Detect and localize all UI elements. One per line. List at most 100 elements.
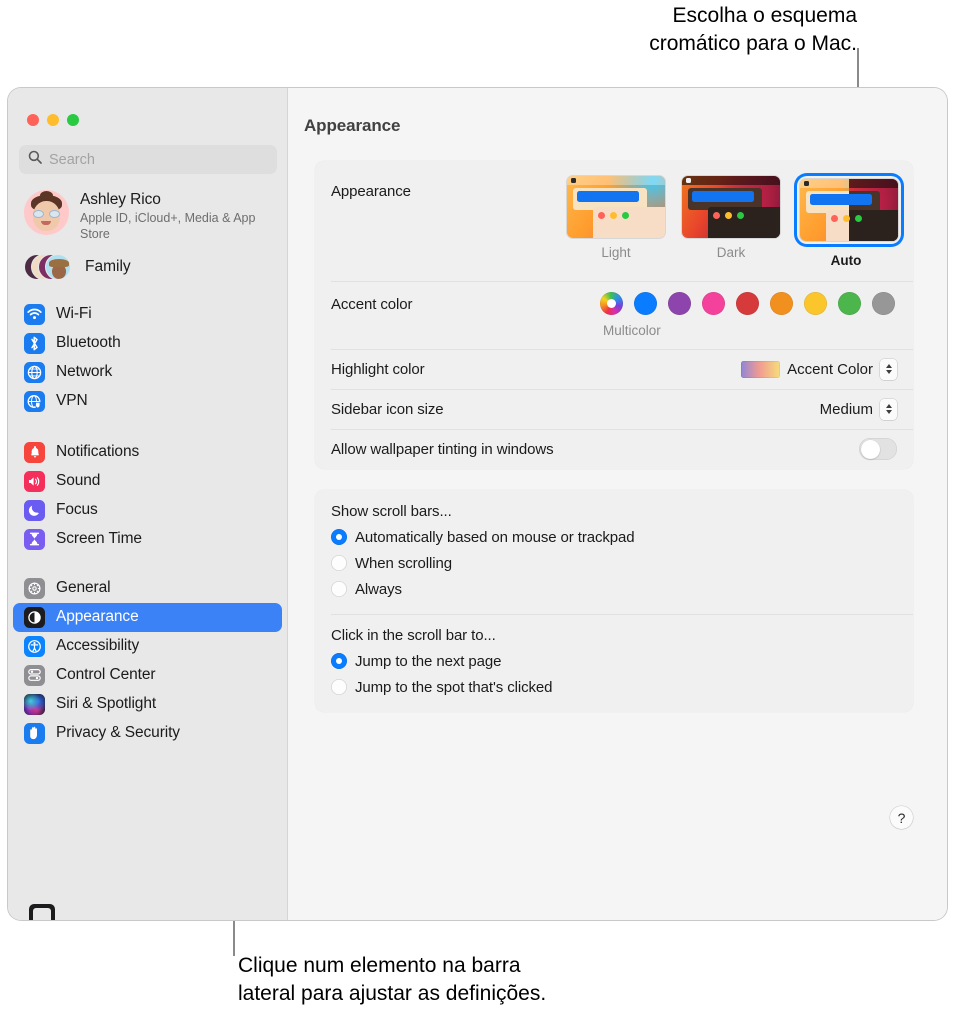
callout-bottom-text: Clique num elemento na barra lateral par…: [238, 954, 547, 1005]
accent-swatch-yellow[interactable]: [804, 292, 827, 315]
profile-name: Ashley Rico: [80, 191, 161, 208]
search-input[interactable]: Search: [19, 145, 277, 174]
family-avatar-stack: [24, 252, 72, 282]
sidebar-item-appearance[interactable]: Appearance: [13, 602, 282, 632]
sidebar-item-control-center[interactable]: Control Center: [13, 661, 282, 690]
radio-option-next-page[interactable]: Jump to the next page: [331, 648, 897, 674]
accent-swatch-pink[interactable]: [702, 292, 725, 315]
chevron-updown-icon[interactable]: [880, 358, 897, 380]
radio-option-when-scrolling[interactable]: When scrolling: [331, 550, 897, 576]
sidebar-item-family[interactable]: Family: [8, 243, 287, 282]
sidebar-item-network[interactable]: Network: [13, 358, 282, 387]
sidebar-item-accessibility[interactable]: Accessibility: [13, 632, 282, 661]
sidebar-item-focus[interactable]: Focus: [13, 496, 282, 525]
detail-pane: Appearance Appearance Light Dark Auto Ac…: [287, 88, 947, 920]
sidebar-item-label: Privacy & Security: [56, 724, 180, 742]
sidebar-item-label: Siri & Spotlight: [56, 695, 157, 713]
radio-label: Jump to the spot that's clicked: [355, 678, 553, 696]
chevron-updown-icon[interactable]: [880, 398, 897, 420]
wallpaper-tinting-row: Allow wallpaper tinting in windows: [315, 429, 913, 469]
highlight-gradient-swatch: [741, 360, 781, 378]
sidebar-item-label: Family: [85, 257, 131, 275]
system-settings-window: Search Ashley Rico Apple ID, iCloud+, Me…: [8, 88, 947, 920]
wallpaper-tinting-label: Allow wallpaper tinting in windows: [331, 440, 554, 458]
gear-icon: [24, 577, 45, 599]
radio-button[interactable]: [331, 679, 347, 695]
accent-swatch-graphite[interactable]: [872, 292, 895, 315]
sidebar-group-system: Notifications Sound Focus Screen Time: [8, 438, 287, 554]
sidebar-item-partial-icon[interactable]: [29, 904, 55, 920]
highlight-color-popup[interactable]: Accent Color: [741, 358, 897, 380]
accent-swatch-multicolor[interactable]: [600, 292, 623, 315]
accent-color-caption: Multicolor: [603, 323, 661, 338]
highlight-color-value: Accent Color: [787, 360, 873, 378]
theme-option-light[interactable]: Light: [567, 176, 665, 268]
sidebar-item-screen-time[interactable]: Screen Time: [13, 525, 282, 554]
sidebar-group-preferences: General Appearance Accessibility Control…: [8, 574, 287, 748]
accent-swatch-purple[interactable]: [668, 292, 691, 315]
radio-option-automatically[interactable]: Automatically based on mouse or trackpad: [331, 524, 897, 550]
show-scroll-bars-title: Show scroll bars...: [331, 503, 452, 520]
appearance-row: Appearance Light Dark Auto: [315, 161, 913, 281]
sidebar-item-label: Appearance: [56, 608, 139, 626]
sidebar-item-label: Sound: [56, 472, 101, 490]
radio-button[interactable]: [331, 529, 347, 545]
theme-option-dark[interactable]: Dark: [682, 176, 780, 268]
sidebar-item-apple-id[interactable]: Ashley Rico Apple ID, iCloud+, Media & A…: [8, 174, 287, 243]
radio-label: Jump to the next page: [355, 652, 502, 670]
search-placeholder: Search: [49, 151, 95, 168]
accent-swatch-group: [600, 292, 895, 315]
sidebar-item-vpn[interactable]: VPN: [13, 387, 282, 416]
globe-icon: [24, 361, 45, 383]
sidebar-item-privacy-security[interactable]: Privacy & Security: [13, 719, 282, 748]
sidebar-item-bluetooth[interactable]: Bluetooth: [13, 329, 282, 358]
sidebar-icon-size-row: Sidebar icon size Medium: [315, 389, 913, 429]
bell-icon: [24, 441, 45, 463]
show-scroll-bars-group: Show scroll bars... Automatically based …: [315, 490, 913, 614]
radio-label: Automatically based on mouse or trackpad: [355, 528, 635, 546]
theme-option-group: Light Dark Auto: [567, 176, 898, 268]
sidebar-item-label: Notifications: [56, 443, 140, 461]
maximize-button[interactable]: [67, 114, 79, 126]
radio-option-always[interactable]: Always: [331, 576, 897, 602]
profile-subtitle: Apple ID, iCloud+, Media & App Store: [80, 211, 256, 242]
sidebar-item-general[interactable]: General: [13, 574, 282, 603]
vpn-globe-icon: [24, 390, 45, 412]
sidebar-item-wi-fi[interactable]: Wi-Fi: [13, 300, 282, 329]
memoji-avatar: [24, 190, 69, 235]
wallpaper-tinting-toggle[interactable]: [859, 438, 897, 460]
radio-button[interactable]: [331, 555, 347, 571]
hand-icon: [24, 722, 45, 744]
click-scroll-bar-group: Click in the scroll bar to... Jump to th…: [315, 614, 913, 712]
sidebar-item-label: Focus: [56, 501, 98, 519]
sidebar-item-notifications[interactable]: Notifications: [13, 438, 282, 467]
accent-swatch-orange[interactable]: [770, 292, 793, 315]
help-button[interactable]: ?: [890, 806, 913, 829]
hourglass-icon: [24, 528, 45, 550]
sidebar-item-label: Accessibility: [56, 637, 140, 655]
siri-icon: [24, 693, 45, 715]
sidebar-item-siri-spotlight[interactable]: Siri & Spotlight: [13, 690, 282, 719]
accessibility-icon: [24, 635, 45, 657]
sidebar-group-network: Wi-Fi Bluetooth Network VPN: [8, 300, 287, 416]
sidebar-icon-size-value: Medium: [819, 400, 873, 418]
sidebar-icon-size-popup[interactable]: Medium: [819, 398, 897, 420]
sidebar-item-sound[interactable]: Sound: [13, 467, 282, 496]
appearance-label: Appearance: [331, 183, 411, 200]
sidebar-item-label: Control Center: [56, 666, 156, 684]
sidebar-item-label: Wi-Fi: [56, 305, 92, 323]
theme-option-auto[interactable]: Auto: [797, 176, 898, 268]
accent-swatch-red[interactable]: [736, 292, 759, 315]
callout-top-text: Escolha o esquema cromático para o Mac.: [649, 4, 857, 55]
speaker-icon: [24, 470, 45, 492]
theme-thumbnail-auto: [800, 179, 898, 241]
accent-swatch-blue[interactable]: [634, 292, 657, 315]
radio-button[interactable]: [331, 653, 347, 669]
minimize-button[interactable]: [47, 114, 59, 126]
sidebar-item-label: Screen Time: [56, 530, 142, 548]
accent-swatch-green[interactable]: [838, 292, 861, 315]
accent-color-label: Accent color: [331, 296, 413, 313]
radio-option-spot-clicked[interactable]: Jump to the spot that's clicked: [331, 674, 897, 700]
close-button[interactable]: [27, 114, 39, 126]
radio-button[interactable]: [331, 581, 347, 597]
